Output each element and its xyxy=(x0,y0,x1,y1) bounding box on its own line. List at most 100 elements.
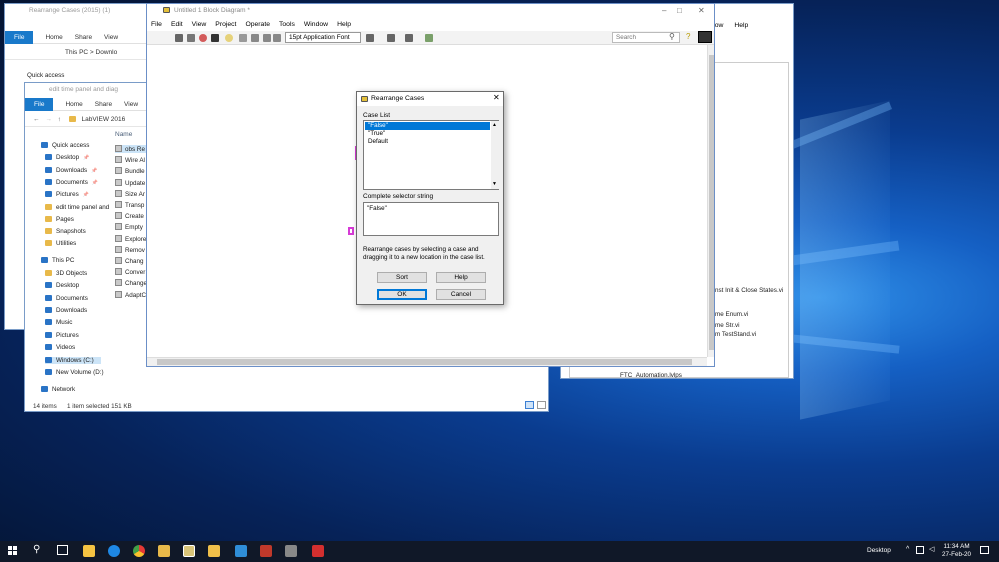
case-list[interactable]: "False" "True" Default ▲ ▼ xyxy=(363,120,499,190)
network-icon[interactable] xyxy=(916,546,924,554)
cleanup-diagram-icon[interactable] xyxy=(425,34,433,42)
file-row[interactable]: Empty xyxy=(115,223,143,231)
nav-item[interactable]: Desktop xyxy=(45,282,79,289)
nav-item[interactable]: Pictures xyxy=(45,332,79,339)
case-list-item[interactable]: Default xyxy=(365,138,490,146)
horizontal-scrollbar[interactable] xyxy=(147,357,707,366)
case-list-item[interactable]: "False" xyxy=(365,122,490,130)
nav-item[interactable]: Music xyxy=(45,319,72,326)
tree-item[interactable]: nst Init & Close States.vi xyxy=(715,287,783,294)
menu-window[interactable]: Window xyxy=(304,19,328,31)
nav-item[interactable]: Documents xyxy=(45,295,88,302)
nav-item[interactable]: Downloads 📌 xyxy=(45,167,97,174)
column-header-name[interactable]: Name xyxy=(115,131,132,138)
tree-item[interactable]: m TestStand.vi xyxy=(715,331,756,338)
back-arrow-icon[interactable]: ← xyxy=(33,116,40,123)
large-icons-view-icon[interactable] xyxy=(537,401,546,409)
menu-file[interactable]: File xyxy=(151,19,162,31)
show-hidden-icons-icon[interactable]: ^ xyxy=(906,546,909,553)
file-row[interactable]: Wire Al xyxy=(115,156,145,164)
file-row[interactable]: Update xyxy=(115,178,145,187)
vertical-scrollbar[interactable] xyxy=(707,45,714,357)
breadcrumb-downloads[interactable]: Downlo xyxy=(96,49,118,56)
close-button[interactable]: ✕ xyxy=(698,6,705,15)
close-button[interactable]: ✕ xyxy=(493,93,500,102)
nav-item[interactable]: Pictures 📌 xyxy=(45,191,89,198)
pin-icon[interactable]: 📌 xyxy=(92,180,98,186)
file-row[interactable]: Create xyxy=(115,212,144,220)
ok-button[interactable]: OK xyxy=(377,289,427,300)
file-row[interactable]: Explore xyxy=(115,234,146,243)
help-button[interactable]: Help xyxy=(436,272,486,283)
minimize-button[interactable]: – xyxy=(662,6,666,15)
forward-arrow-icon[interactable]: → xyxy=(45,116,52,123)
cancel-button[interactable]: Cancel xyxy=(436,289,486,300)
nav-item[interactable]: Network xyxy=(41,386,75,393)
search-icon[interactable]: ⚲ xyxy=(669,32,675,41)
scroll-up-icon[interactable]: ▲ xyxy=(492,122,497,128)
share-tab[interactable]: Share xyxy=(95,98,112,111)
sort-button[interactable]: Sort xyxy=(377,272,427,283)
up-arrow-icon[interactable]: ↑ xyxy=(58,116,61,123)
tree-item[interactable]: me Str.vi xyxy=(715,322,740,329)
home-tab[interactable]: Home xyxy=(65,98,82,111)
menu-view[interactable]: View xyxy=(192,19,207,31)
file-row[interactable]: AdaptC xyxy=(115,290,146,299)
file-explorer-icon[interactable] xyxy=(158,545,170,557)
case-list-scrollbar[interactable]: ▲ ▼ xyxy=(491,121,499,189)
start-windows-icon[interactable] xyxy=(8,546,18,556)
chrome-icon[interactable] xyxy=(133,545,145,557)
home-tab[interactable]: Home xyxy=(45,31,62,44)
view-tab[interactable]: View xyxy=(104,31,118,44)
breadcrumb-labview-2016[interactable]: LabVIEW 2016 xyxy=(82,116,126,123)
nav-item[interactable]: New Volume (D:) xyxy=(45,369,104,376)
menu-edit[interactable]: Edit xyxy=(171,19,183,31)
nav-item[interactable]: edit time panel and xyxy=(45,204,109,211)
file-row[interactable]: Remov xyxy=(115,245,145,254)
file-row[interactable]: Bundle xyxy=(115,167,145,175)
pin-icon[interactable]: 📌 xyxy=(91,168,97,174)
acrobat-icon[interactable] xyxy=(312,545,324,557)
task-view-icon[interactable] xyxy=(57,545,68,555)
selector-string-field[interactable]: "False" xyxy=(363,202,499,236)
menu-tools[interactable]: Tools xyxy=(279,19,295,31)
clock[interactable]: 11:34 AM 27-Feb-20 xyxy=(942,543,971,559)
run-continuously-icon[interactable] xyxy=(187,34,195,42)
nav-item[interactable]: Snapshots xyxy=(45,228,86,235)
file-row[interactable]: obs Re xyxy=(115,145,147,153)
sticky-notes-icon[interactable] xyxy=(83,545,95,557)
font-select[interactable]: 15pt Application Font xyxy=(285,32,361,43)
calculator-icon[interactable] xyxy=(235,545,247,557)
nav-item[interactable]: Pages xyxy=(45,216,74,223)
rearrange-cases-dialog[interactable]: Rearrange Cases ✕ Case List "False" "True… xyxy=(356,91,504,305)
scrollbar-thumb[interactable] xyxy=(709,55,714,350)
step-over-icon[interactable] xyxy=(263,34,271,42)
breadcrumb-this-pc[interactable]: This PC xyxy=(65,49,88,56)
pin-icon[interactable]: 📌 xyxy=(83,192,89,198)
file-row[interactable]: Conver xyxy=(115,268,145,276)
pause-icon[interactable] xyxy=(211,34,219,42)
nav-item[interactable]: Quick access xyxy=(41,142,89,149)
pin-icon[interactable]: 📌 xyxy=(83,155,89,161)
align-objects-icon[interactable] xyxy=(366,34,374,42)
run-arrow-icon[interactable] xyxy=(175,34,183,42)
nav-item[interactable]: Desktop 📌 xyxy=(45,154,89,161)
labview-project-icon[interactable] xyxy=(208,545,220,557)
case-selector-terminal[interactable] xyxy=(348,227,354,235)
chart-app-icon[interactable] xyxy=(285,545,297,557)
distribute-objects-icon[interactable] xyxy=(387,34,395,42)
context-help-icon[interactable]: ? xyxy=(686,32,690,41)
file-row[interactable]: Change xyxy=(115,279,147,287)
file-tab[interactable]: File xyxy=(5,31,34,44)
file-row[interactable]: Size Ar xyxy=(115,189,145,198)
share-tab[interactable]: Share xyxy=(75,31,92,44)
search-icon[interactable]: ⚲ xyxy=(33,544,40,555)
edge-browser-icon[interactable] xyxy=(108,545,120,557)
action-center-icon[interactable] xyxy=(980,546,989,554)
nav-item[interactable]: 3D Objects xyxy=(45,270,87,277)
maximize-button[interactable]: □ xyxy=(677,6,682,15)
details-view-icon[interactable] xyxy=(525,401,534,409)
file-row[interactable]: Chang xyxy=(115,257,144,265)
step-into-icon[interactable] xyxy=(251,34,259,42)
nav-item[interactable]: Windows (C:) xyxy=(45,357,101,364)
